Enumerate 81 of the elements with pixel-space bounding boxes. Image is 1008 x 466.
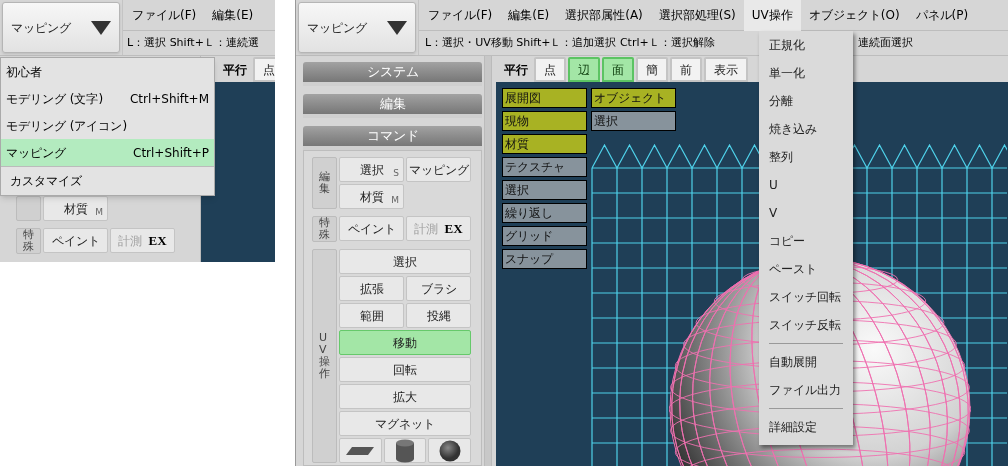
command-button[interactable]: ブラシ [406, 276, 471, 302]
overlay-toggle[interactable]: 繰り返し [502, 203, 587, 223]
menu-item[interactable]: 選択部属性(A) [557, 0, 651, 31]
command-button[interactable]: マッピング [406, 157, 471, 182]
command-button[interactable]: ペイント [43, 228, 108, 253]
overlay-toggle[interactable]: 展開図 [502, 88, 587, 108]
projection-label: 平行 [503, 62, 529, 79]
command-button[interactable]: ペイント [339, 216, 404, 241]
group-label: 特殊 [16, 228, 41, 255]
view-tab[interactable]: 前 [670, 57, 702, 82]
view-tab[interactable]: 辺 [568, 57, 600, 82]
command-button[interactable]: 範囲 [339, 303, 404, 329]
command-button[interactable]: 回転 [339, 357, 471, 383]
mode-menu-item[interactable]: マッピング Ctrl+Shift+P [1, 139, 214, 166]
uv-menu-item[interactable]: U [759, 171, 853, 199]
overlay-toggle[interactable]: グリッド [502, 226, 587, 246]
command-button[interactable]: 投縄 [406, 303, 471, 329]
mode-menu-item[interactable]: モデリング (アイコン) [1, 112, 214, 139]
command-button[interactable]: 移動 [339, 330, 471, 356]
menu-item[interactable]: 選択部処理(S) [650, 0, 744, 31]
uv-menu-item[interactable]: 正規化 [759, 31, 853, 59]
command-button[interactable]: 選択 S [339, 157, 404, 182]
view-tab[interactable]: 点 [253, 57, 275, 82]
command-button[interactable]: 拡大 [339, 384, 471, 410]
overlay-toggle[interactable]: 選択 [502, 180, 587, 200]
uv-menu-item[interactable]: 焼き込み [759, 115, 853, 143]
group-label: 編集 [312, 157, 337, 209]
command-button[interactable]: 材質 M [339, 184, 404, 209]
view-tab[interactable]: 点 [534, 57, 566, 82]
menu-item[interactable]: オブジェクト(O) [800, 0, 908, 31]
menu-item[interactable]: ファイル(F) [420, 0, 501, 31]
uv-menu-item[interactable]: 単一化 [759, 59, 853, 87]
uv-menu-item[interactable]: 詳細設定 [759, 413, 853, 441]
section-header[interactable]: システム [303, 62, 482, 86]
overlay-toggle[interactable]: スナップ [502, 249, 587, 269]
group-label: UV操作 [312, 249, 337, 464]
shortcut-hint: L：選択・UV移動 Shift+Ｌ：追加選択 Ctrl+Ｌ：選択解除 [425, 34, 715, 51]
uv-menu-item[interactable]: 整列 [759, 143, 853, 171]
projection-label: 平行 [222, 62, 248, 79]
overlay-toggle[interactable]: 現物 [502, 111, 587, 131]
shape-button[interactable] [428, 438, 471, 464]
overlay-toggle[interactable]: 選択 [591, 111, 676, 131]
shape-button[interactable] [383, 438, 427, 464]
plane-icon [346, 445, 375, 456]
mode-menu-item[interactable]: モデリング (文字) Ctrl+Shift+M [1, 85, 214, 112]
mode-menu-item[interactable]: 初心者 [1, 58, 214, 85]
overlay-toggle[interactable]: テクスチャ [502, 157, 587, 177]
command-button[interactable]: マグネット [339, 411, 471, 437]
menu-item[interactable]: パネル(P) [907, 0, 977, 31]
menu-item[interactable]: 編集(E) [204, 0, 262, 31]
uv-menu-item[interactable]: ファイル出力 [759, 376, 853, 404]
command-button[interactable]: 選択 [339, 249, 471, 275]
caret-icon [387, 20, 407, 35]
uv-menu-item[interactable]: 分離 [759, 87, 853, 115]
view-tab[interactable]: 簡 [636, 57, 668, 82]
section-header[interactable]: コマンド [303, 126, 482, 150]
mode-dropdown[interactable]: マッピング [298, 2, 416, 53]
group-label [16, 196, 41, 221]
view-tab[interactable]: 表示 [704, 57, 748, 82]
cylinder-icon [395, 438, 415, 463]
menu-item[interactable]: UV操作 [743, 0, 801, 31]
mode-dropdown[interactable]: マッピング [2, 2, 120, 53]
uv-menu-item[interactable]: ペースト [759, 255, 853, 283]
menu-item[interactable]: 編集(E) [500, 0, 558, 31]
group-label: 特殊 [312, 216, 337, 243]
section-header[interactable]: 編集 [303, 94, 482, 118]
menu-item[interactable]: ファイル(F) [124, 0, 205, 31]
sphere-icon [438, 439, 461, 462]
uv-menu-item[interactable]: コピー [759, 227, 853, 255]
shape-button[interactable] [339, 438, 382, 464]
shortcut-hint: L：選択 Shift+Ｌ：連続選 [127, 34, 259, 51]
caret-icon [91, 20, 111, 35]
command-button[interactable]: 拡張 [339, 276, 404, 302]
customize-menu-item[interactable]: カスタマイズ [10, 172, 82, 190]
uv-menu-item[interactable]: V [759, 199, 853, 227]
uv-menu-item[interactable]: 自動展開 [759, 348, 853, 376]
overlay-toggle[interactable]: 材質 [502, 134, 587, 154]
command-button[interactable]: 材質 M [43, 196, 108, 221]
shortcut-hint: 連続面選択 [858, 34, 913, 51]
overlay-toggle[interactable]: オブジェクト [591, 88, 676, 108]
view-tab[interactable]: 面 [602, 57, 634, 82]
